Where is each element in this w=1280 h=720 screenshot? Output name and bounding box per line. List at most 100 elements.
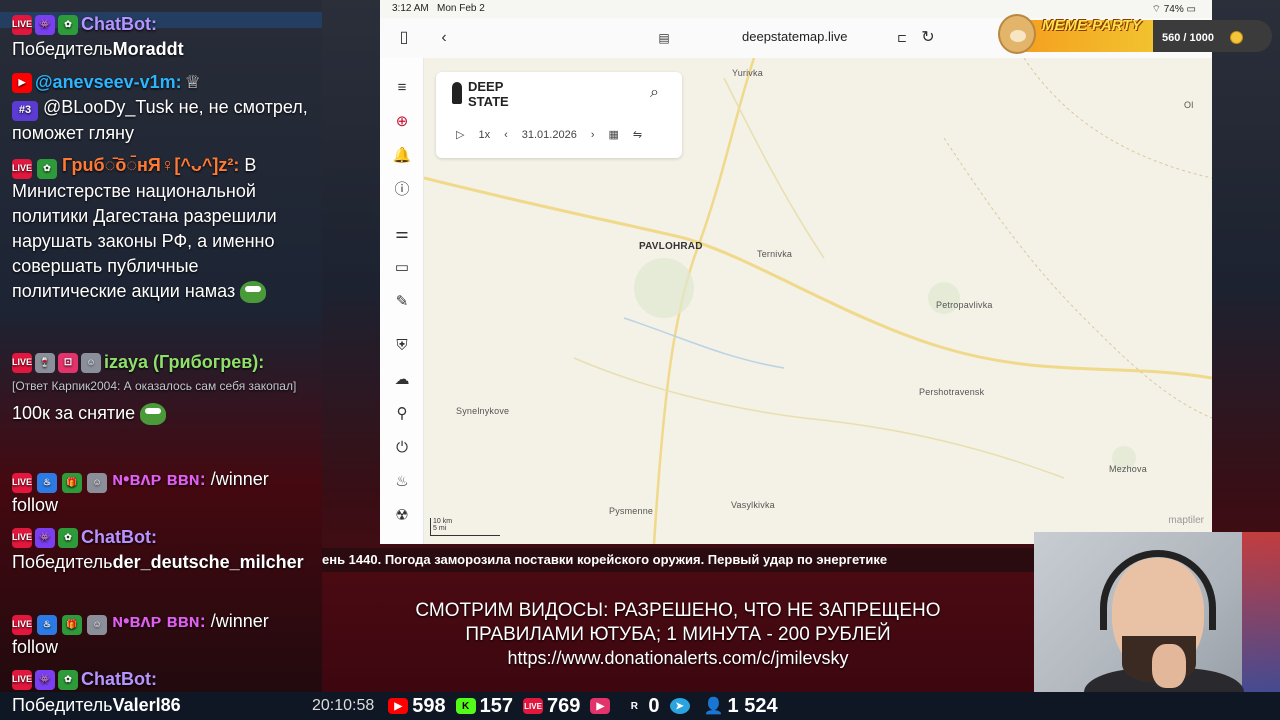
info-icon[interactable]: ⓘ (392, 180, 412, 200)
news-ticker: ень 1440. Погода заморозила поставки кор… (322, 548, 1034, 572)
donation-line-2: ПРАВИЛАМИ ЮТУБА; 1 МИНУТА - 200 РУБЛЕЙ (465, 624, 891, 645)
youtube-icon: ▶ (388, 698, 409, 714)
address-bar[interactable]: deepstatemap.live (742, 29, 848, 44)
power-plant-icon[interactable]: ⏻ (392, 438, 412, 458)
scale-km: 10 km (433, 518, 453, 525)
avatar-badge-icon: ☺ (87, 472, 108, 493)
place-label: Vasylkivka (731, 500, 775, 510)
stat-telegram: ➤ (669, 698, 694, 714)
timeline-controls: ▷ 1x ‹ 31.01.2026 › ▦ ⇋ (456, 128, 642, 142)
donation-banner: СМОТРИМ ВИДОСЫ: РАЗРЕШЕНО, ЧТО НЕ ЗАПРЕЩ… (322, 572, 1034, 692)
viewers-icon: 👤 (703, 698, 724, 715)
wine-badge-icon: 🍷 (35, 352, 55, 373)
progress-count: 560 / 1000 (1162, 32, 1214, 44)
chat-nick: @anevseev-v1m: (35, 72, 182, 92)
chat-text: Победитель (12, 552, 113, 572)
bot-badge-icon: ✿ (58, 527, 78, 548)
extension-icon[interactable]: ⊏ (890, 26, 914, 50)
live-badge-icon: LIVE (12, 614, 32, 635)
ruler-icon[interactable]: ▭ (392, 258, 412, 278)
chat-message: LIVE 👾 ✿ ChatBot: (12, 667, 312, 692)
language-flag-icon[interactable]: ⊕ (392, 112, 412, 132)
rank-badge: #3 (12, 100, 38, 121)
place-label: Petropavlivka (936, 300, 993, 310)
kick-count: 157 (479, 694, 514, 717)
place-label: Pysmenne (609, 506, 654, 516)
compare-icon[interactable]: ⇋ (633, 128, 642, 141)
reload-icon[interactable]: ↻ (916, 26, 940, 50)
place-label: Pershotravensk (919, 387, 985, 397)
knight-logo-icon (452, 82, 462, 104)
chat-winner: Valerl86 (112, 695, 181, 715)
search-icon[interactable]: ⌕ (650, 84, 659, 102)
rumble-icon: R (624, 698, 645, 714)
stat-total: 👤 1 524 (704, 695, 778, 718)
map-attribution[interactable]: maptiler (1168, 515, 1204, 526)
live-count: 769 (547, 694, 581, 717)
radiation-icon[interactable]: ☢ (392, 506, 412, 526)
back-icon[interactable]: ‹ (432, 26, 456, 50)
place-label: Mezhova (1109, 464, 1147, 474)
filters-icon[interactable]: ⚌ (392, 224, 412, 244)
menu-icon[interactable]: ≡ (392, 78, 412, 98)
current-date: 31.01.2026 (521, 128, 577, 141)
meme-party-title: MEME·PARTY (1042, 17, 1142, 34)
donation-line-1: СМОТРИМ ВИДОСЫ: РАЗРЕШЕНО, ЧТО НЕ ЗАПРЕЩ… (415, 600, 941, 621)
stat-rumble: R0 (624, 695, 660, 718)
reader-icon[interactable]: ▤ (652, 26, 676, 50)
deepstate-panel: DEEP STATE ⌕ ▷ 1x ‹ 31.01.2026 › ▦ ⇋ (436, 72, 682, 158)
vk-live-icon: LIVE (523, 698, 544, 714)
invader-badge-icon: 👾 (35, 669, 55, 690)
doge-icon (998, 14, 1036, 54)
stat-live: LIVE 769 (523, 695, 580, 718)
chat-message: ▶ @anevseev-v1m: ♕ #3 @BLooDy_Tusk не, н… (12, 70, 312, 146)
avatar-badge-icon: ☺ (81, 352, 101, 373)
flame-badge-icon: ♨ (37, 472, 58, 493)
chat-nick: izaya (Грибогрев): (104, 352, 265, 372)
logo-line-1: DEEP (468, 79, 504, 94)
place-label: Synelnykove (456, 406, 510, 416)
crown-icon: ♕ (184, 72, 201, 92)
kick-icon: K (455, 698, 476, 714)
viewer-stats: 20:10:58 ▶ 598 K 157 LIVE 769 ▶ R0 ➤ 👤 1 524 (312, 692, 778, 720)
invader-badge-icon: 👾 (35, 14, 55, 35)
shield-icon[interactable]: ⛨ (392, 336, 412, 356)
status-time: 3:12 AM (392, 3, 429, 14)
play-icon[interactable]: ▷ (456, 128, 464, 141)
vk-video-icon: ▶ (590, 698, 611, 714)
total-viewers: 1 524 (727, 694, 778, 717)
cloud-icon[interactable]: ☁ (392, 370, 412, 390)
chat-last-line: ПобедительValerl86 (0, 692, 322, 720)
scale-mi: 5 mi (433, 525, 447, 532)
status-date: Mon Feb 2 (437, 3, 485, 14)
live-badge-icon: LIVE (12, 527, 32, 548)
next-date-icon[interactable]: › (591, 129, 595, 141)
invader-badge-icon: 👾 (35, 527, 55, 548)
place-label: Yurivka (732, 68, 763, 78)
fire-icon[interactable]: ♨ (392, 472, 412, 492)
chat-reply-quote: [Ответ Карпик2004: А оказалось сам себя … (12, 379, 297, 393)
pepe-emote-icon (140, 403, 167, 426)
pepe-emote-icon (240, 280, 267, 303)
meme-party-widget: MEME·PARTY 560 / 1000 (994, 14, 1272, 54)
chat-message: LIVE ♨ 🎁 ☺ ɴ•ʙᴧᴩ ʙʙɴ: /winner follow (12, 609, 312, 660)
prev-date-icon[interactable]: ‹ (504, 129, 508, 141)
speed-button[interactable]: 1x (478, 129, 490, 141)
stat-kick: K 157 (455, 694, 514, 718)
sidebar-toggle-icon[interactable]: ▯ (392, 26, 416, 50)
stream-overlay: LIVE 👾 ✿ ChatBot: ПобедительMoraddt ▶ @a… (0, 0, 1280, 720)
antenna-icon[interactable]: ⚲ (392, 404, 412, 424)
chat-text: Победитель (12, 39, 113, 59)
gift-badge-icon: 🎁 (62, 614, 83, 635)
headphones-icon (1100, 550, 1216, 630)
chat-message: LIVE 🍷 ⚀ ☺ izaya (Грибогрев): [Ответ Кар… (12, 350, 312, 426)
avatar-badge-icon: ☺ (87, 614, 108, 635)
map-side-menu: ≡ ⊕ 🔔 ⓘ ⚌ ▭ ✎ ⛨ ☁ ⚲ ⏻ ♨ ☢ (380, 58, 424, 544)
chat-nick: ɴ•ʙᴧᴩ ʙʙɴ: (112, 611, 206, 631)
stat-vk-video: ▶ (590, 698, 614, 714)
notification-bell-icon[interactable]: 🔔 (392, 146, 412, 166)
draw-icon[interactable]: ✎ (392, 292, 412, 312)
calendar-icon[interactable]: ▦ (609, 128, 619, 141)
chat-text: 100к за снятие (12, 403, 136, 423)
live-badge-icon: LIVE (12, 352, 32, 373)
